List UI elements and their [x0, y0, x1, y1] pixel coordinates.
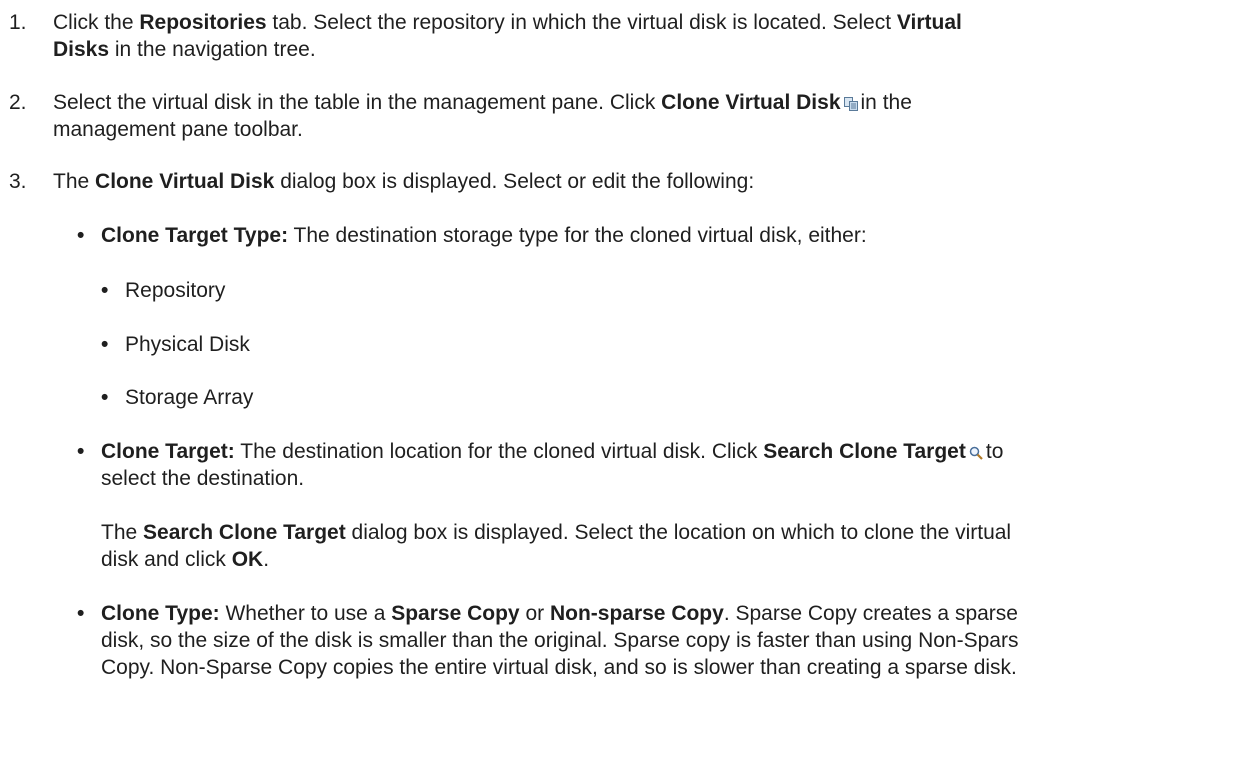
step-number: 1. [9, 11, 27, 34]
bullet-dot: • [101, 279, 109, 302]
step-2-line-2: management pane toolbar. [53, 118, 303, 141]
search-icon [969, 440, 983, 467]
bullet-dot: • [77, 602, 85, 625]
step-1-line-1: Click the Repositories tab. Select the r… [53, 11, 962, 34]
step-number: 3. [9, 170, 27, 193]
clone-virtual-disk-ref: Clone Virtual Disk [661, 91, 841, 114]
clone-type-label: Clone Type: [101, 602, 220, 625]
bullet-dot: • [77, 224, 85, 247]
document-page: 1. Click the Repositories tab. Select th… [0, 0, 1241, 757]
clone-target-type-text: The destination storage type for the clo… [288, 224, 867, 247]
step-3-line-1: The Clone Virtual Disk dialog box is dis… [53, 170, 755, 193]
search-clone-target-ref: Search Clone Target [763, 440, 966, 463]
bullet-dot: • [101, 386, 109, 409]
step-number: 2. [9, 91, 27, 114]
bullet-dot: • [77, 440, 85, 463]
clone-target-label: Clone Target: [101, 440, 235, 463]
option-repository: Repository [125, 279, 226, 302]
step-1-line-2: Disks in the navigation tree. [53, 38, 316, 61]
virtual-disks-ref: Virtual [896, 11, 962, 34]
option-physical-disk: Physical Disk [125, 333, 250, 356]
ok-ref: OK [231, 548, 264, 571]
clone-target-type-label: Clone Target Type: [101, 224, 289, 247]
bullet-dot: • [101, 333, 109, 356]
step-2-line-1: Select the virtual disk in the table in … [53, 89, 1233, 118]
clone-virtual-disk-dialog-ref: Clone Virtual Disk [95, 170, 275, 193]
option-storage-array: Storage Array [125, 386, 254, 409]
clone-virtual-disk-icon [843, 91, 858, 118]
repositories-tab-ref: Repositories [139, 11, 267, 34]
